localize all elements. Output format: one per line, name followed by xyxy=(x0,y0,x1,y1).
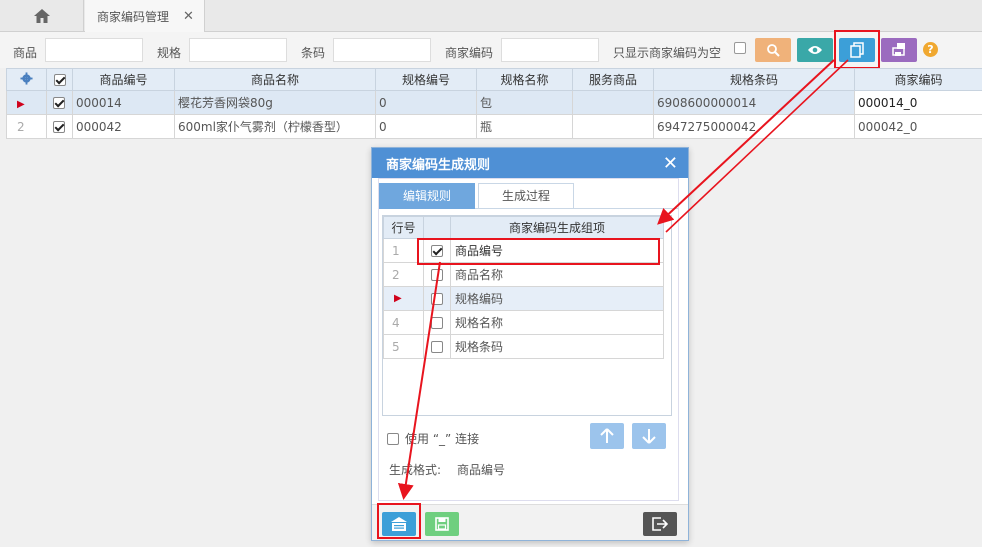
row-number: 2 xyxy=(17,119,25,134)
row-checkbox[interactable] xyxy=(53,121,65,133)
home-tab[interactable] xyxy=(0,0,84,32)
connect-checkbox[interactable] xyxy=(387,432,399,445)
search-icon xyxy=(767,44,780,57)
barcode-label: 条码 xyxy=(301,46,326,60)
rule-label: 规格编码 xyxy=(450,286,664,311)
rule-row[interactable]: 5 规格条码 xyxy=(383,334,664,359)
cell-name: 樱花芳香网袋80g xyxy=(174,90,376,115)
rule-checkbox[interactable] xyxy=(431,341,443,353)
tab-label: 商家编码管理 xyxy=(97,9,170,24)
cell-service xyxy=(572,90,654,115)
cell-code: 000014 xyxy=(72,90,175,115)
cell-service xyxy=(572,114,654,139)
table-row[interactable]: ▶ 000014 樱花芳香网袋80g 0 包 6908600000014 000… xyxy=(6,90,982,115)
merchant-code-rule-dialog: 商家编码生成规则 ✕ 编辑规则 生成过程 行号 商家编码生成组项 1 商品编号 xyxy=(371,147,689,541)
barcode-input[interactable] xyxy=(333,38,431,62)
exit-button[interactable] xyxy=(643,512,677,536)
cell-barcode: 6947275000042 xyxy=(653,114,855,139)
rule-label: 规格条码 xyxy=(450,334,664,359)
cell-code: 000042 xyxy=(72,114,175,139)
highlight-rule-row xyxy=(417,238,660,265)
product-input[interactable] xyxy=(45,38,143,62)
arrow-up-icon xyxy=(600,428,614,443)
gear-icon xyxy=(20,71,33,85)
eye-icon xyxy=(808,46,822,54)
rule-row[interactable]: 4 规格名称 xyxy=(383,310,664,335)
cell-barcode: 6908600000014 xyxy=(653,90,855,115)
rule-checkbox[interactable] xyxy=(431,269,443,281)
cell-spec-name: 包 xyxy=(476,90,573,115)
column-header[interactable]: 规格名称 xyxy=(476,68,573,91)
settings-header[interactable] xyxy=(6,68,47,91)
column-header[interactable]: 商家编码 xyxy=(854,68,982,91)
empty-only-label: 只显示商家编码为空 xyxy=(613,46,722,60)
move-up-button[interactable] xyxy=(590,423,624,449)
rule-checkbox[interactable] xyxy=(431,293,443,305)
rule-header-check xyxy=(423,216,451,239)
tab-merchant-code-management[interactable]: 商家编码管理 ✕ xyxy=(85,0,205,32)
merchant-code-input[interactable] xyxy=(501,38,599,62)
save-icon xyxy=(435,517,449,531)
rule-header-item: 商家编码生成组项 xyxy=(450,216,664,239)
dialog-tabs: 编辑规则 生成过程 xyxy=(379,183,678,209)
arrow-down-icon xyxy=(642,429,656,444)
dialog-header: 商家编码生成规则 xyxy=(372,148,688,178)
highlight-generate-button xyxy=(834,30,880,69)
column-header[interactable]: 规格编号 xyxy=(375,68,477,91)
print-button[interactable] xyxy=(881,38,917,62)
row-marker: ▶ xyxy=(17,98,25,110)
search-button[interactable] xyxy=(755,38,791,62)
spec-input[interactable] xyxy=(189,38,287,62)
column-header[interactable]: 规格条码 xyxy=(653,68,855,91)
empty-only-checkbox[interactable] xyxy=(734,42,746,54)
select-all-header[interactable] xyxy=(46,68,73,91)
rule-row-number: 5 xyxy=(383,334,424,359)
cell-merchant-code[interactable]: 000014_0 xyxy=(854,90,982,115)
move-down-button[interactable] xyxy=(632,423,666,449)
connect-option[interactable]: 使用 “_” 连接 xyxy=(387,430,479,447)
cell-spec-code: 0 xyxy=(375,90,477,115)
product-label: 商品 xyxy=(13,46,38,60)
column-header[interactable]: 商品编号 xyxy=(72,68,175,91)
rule-row-marker: ▶ xyxy=(383,286,424,311)
product-grid: 商品编号 商品名称 规格编号 规格名称 服务商品 规格条码 商家编码 ▶ 000… xyxy=(6,68,982,139)
view-button[interactable] xyxy=(797,38,833,62)
rule-checkbox[interactable] xyxy=(431,317,443,329)
format-value: 商品编号 xyxy=(457,463,506,477)
print-icon xyxy=(892,43,905,56)
rule-row-number: 2 xyxy=(383,262,424,287)
rule-row[interactable]: ▶ 规格编码 xyxy=(383,286,664,311)
merchant-code-label: 商家编码 xyxy=(445,46,494,60)
column-header[interactable]: 商品名称 xyxy=(174,68,376,91)
cell-spec-code: 0 xyxy=(375,114,477,139)
rule-header-row: 行号 xyxy=(383,216,424,239)
cell-merchant-code[interactable]: 000042_0 xyxy=(854,114,982,139)
rule-row-number: 4 xyxy=(383,310,424,335)
row-checkbox[interactable] xyxy=(53,97,65,109)
rule-label: 商品名称 xyxy=(450,262,664,287)
spec-label: 规格 xyxy=(157,46,182,60)
cell-spec-name: 瓶 xyxy=(476,114,573,139)
home-icon xyxy=(33,9,50,23)
tab-edit-rule[interactable]: 编辑规则 xyxy=(379,183,475,209)
exit-icon xyxy=(652,517,668,531)
tab-bar: 商家编码管理 ✕ xyxy=(0,0,982,32)
connect-label: 使用 “_” 连接 xyxy=(405,432,480,446)
save-button[interactable] xyxy=(425,512,459,536)
tab-close-icon[interactable]: ✕ xyxy=(183,9,194,24)
dialog-title: 商家编码生成规则 xyxy=(386,157,491,173)
help-icon[interactable]: ? xyxy=(923,42,938,57)
column-header[interactable]: 服务商品 xyxy=(572,68,654,91)
close-icon[interactable]: ✕ xyxy=(663,153,678,174)
tab-generate-process[interactable]: 生成过程 xyxy=(478,183,574,209)
cell-name: 600ml家仆气雾剂（柠檬香型） xyxy=(174,114,376,139)
select-all-checkbox[interactable] xyxy=(53,74,66,86)
highlight-generate-footer-button xyxy=(377,503,421,539)
dialog-body: 编辑规则 生成过程 行号 商家编码生成组项 1 商品编号 2 商品名称 ▶ 规格… xyxy=(378,178,679,501)
rule-row[interactable]: 2 商品名称 xyxy=(383,262,664,287)
table-row[interactable]: 2 000042 600ml家仆气雾剂（柠檬香型） 0 瓶 6947275000… xyxy=(6,114,982,139)
format-label: 生成格式: xyxy=(389,463,442,477)
rule-label: 规格名称 xyxy=(450,310,664,335)
